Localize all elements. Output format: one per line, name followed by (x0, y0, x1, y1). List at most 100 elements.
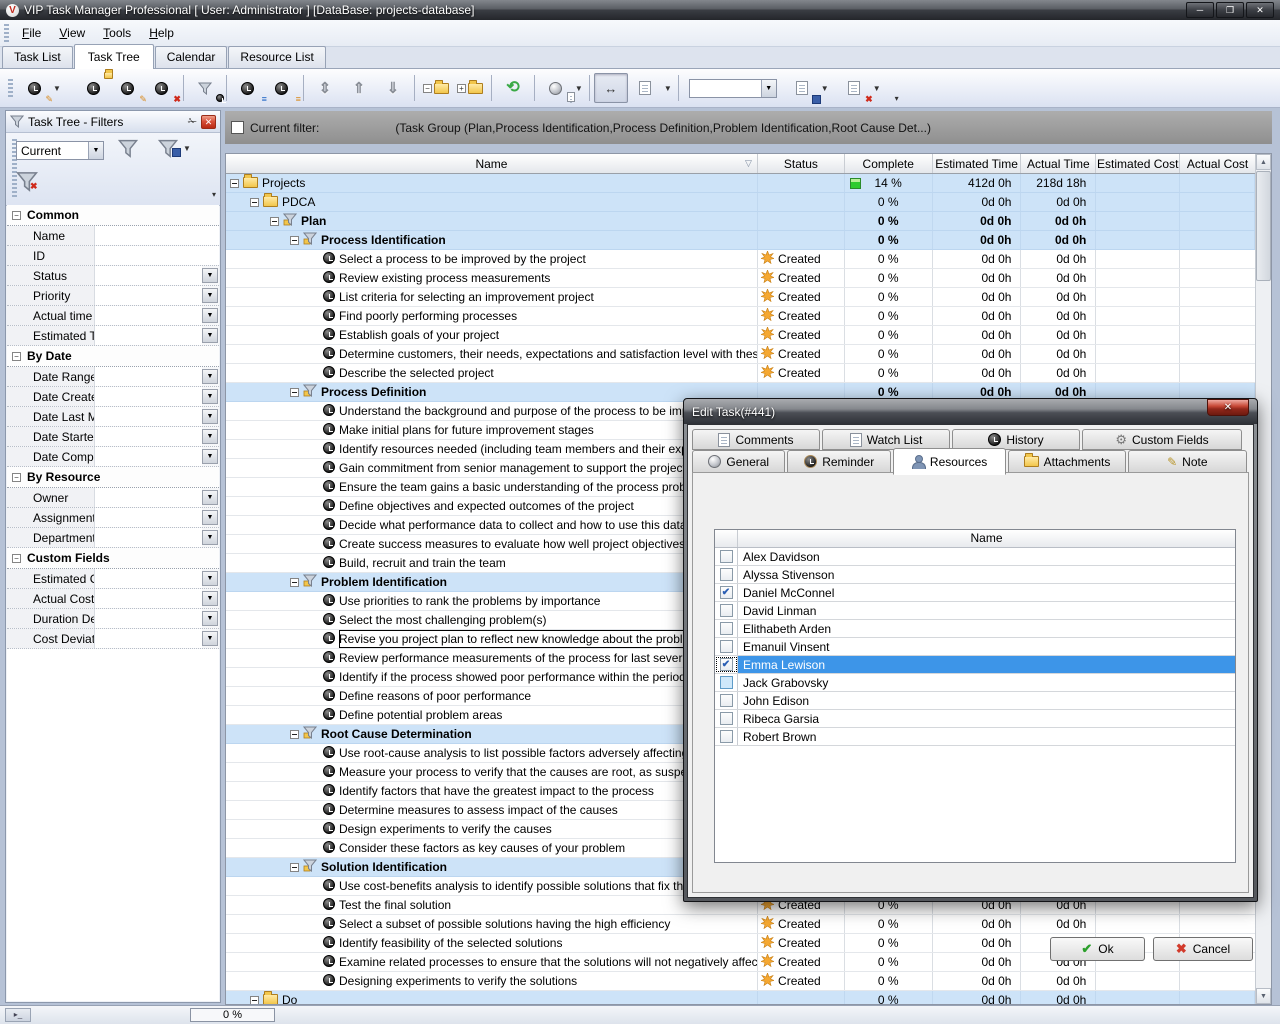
resource-checkbox-cell[interactable] (715, 692, 738, 709)
expand-collapse-box[interactable] (290, 863, 299, 872)
task-notes-button[interactable]: ≡ (231, 73, 265, 103)
expand-all-button[interactable]: + (453, 73, 487, 103)
ok-button[interactable]: ✔ Ok (1050, 937, 1145, 961)
collapse-box-icon[interactable]: − (12, 211, 21, 220)
resource-checkbox[interactable] (720, 640, 733, 653)
resource-checkbox[interactable] (720, 568, 733, 581)
resource-checkbox[interactable] (720, 550, 733, 563)
task-row[interactable]: Determine customers, their needs, expect… (226, 345, 1255, 364)
resource-row-alyssa-stivenson[interactable]: Alyssa Stivenson (715, 566, 1235, 584)
move-up-button[interactable]: ⇑ (342, 73, 376, 103)
filter-field-dropdown[interactable]: ▼ (202, 369, 218, 384)
filter-field-value[interactable] (95, 488, 202, 507)
dialog-tab-custom-fields[interactable]: ⚙Custom Fields (1082, 429, 1242, 450)
expand-collapse-box[interactable] (290, 578, 299, 587)
folder-row[interactable]: Do0 %0d 0h0d 0h (226, 991, 1255, 1004)
resource-row-john-edison[interactable]: John Edison (715, 692, 1235, 710)
layout-select-caret[interactable]: ▼ (761, 80, 776, 97)
apply-filter-button[interactable] (118, 139, 138, 158)
delete-layout-button[interactable]: ✖ (837, 73, 871, 103)
resource-checkbox-cell[interactable] (715, 728, 738, 745)
save-filter-button[interactable]: ▼ (158, 139, 193, 158)
delete-task-button[interactable]: ✖ (145, 73, 179, 103)
filter-field-dropdown[interactable]: ▼ (202, 449, 218, 464)
filter-field-value[interactable] (95, 306, 202, 325)
filter-field-value[interactable] (95, 387, 202, 406)
task-row[interactable]: Select a subset of possible solutions ha… (226, 915, 1255, 934)
task-row[interactable]: Describe the selected projectCreated0 %0… (226, 364, 1255, 383)
filter-field-dropdown[interactable]: ▼ (202, 591, 218, 606)
resource-row-ribeca-garsia[interactable]: Ribeca Garsia (715, 710, 1235, 728)
resource-checkbox[interactable] (720, 622, 733, 635)
tab-resource-list[interactable]: Resource List (228, 46, 325, 68)
resource-checkbox[interactable] (720, 730, 733, 743)
scroll-down-button[interactable]: ▼ (1256, 988, 1271, 1004)
new-task-button[interactable]: ✎ (17, 73, 51, 103)
save-layout-button[interactable] (785, 73, 819, 103)
filter-field-dropdown[interactable]: ▼ (202, 288, 218, 303)
filter-field-value[interactable] (95, 569, 202, 588)
task-row[interactable]: Review existing process measurementsCrea… (226, 269, 1255, 288)
menu-file[interactable]: File (13, 22, 50, 44)
filter-field-value[interactable] (95, 528, 202, 547)
resource-checkbox-cell[interactable]: ✔ (715, 656, 738, 673)
move-down-button[interactable]: ⇓ (376, 73, 410, 103)
filter-preset-select[interactable]: Current ▼ (16, 141, 104, 160)
filter-field-dropdown[interactable]: ▼ (202, 429, 218, 444)
layout-select[interactable]: ▼ (689, 79, 777, 98)
column-header-actual-time[interactable]: Actual Time (1021, 154, 1096, 173)
maximize-button[interactable]: ❐ (1216, 2, 1244, 18)
dialog-tab-note[interactable]: ✎Note (1128, 450, 1247, 473)
filter-field-dropdown[interactable]: ▼ (202, 611, 218, 626)
filter-field-value[interactable] (95, 367, 202, 386)
close-button[interactable]: ✕ (1246, 2, 1274, 18)
resource-checkbox[interactable] (720, 604, 733, 617)
resource-checkbox-cell[interactable] (715, 602, 738, 619)
filter-field-value[interactable] (95, 226, 219, 245)
expand-collapse-button[interactable]: ⇕ (308, 73, 342, 103)
filter-section-common[interactable]: −Common (7, 205, 219, 226)
minimize-button[interactable]: ─ (1186, 2, 1214, 18)
resource-row-jack-grabovsky[interactable]: Jack Grabovsky (715, 674, 1235, 692)
collapse-box-icon[interactable]: − (12, 473, 21, 482)
filter-section-by-resource[interactable]: −By Resource (7, 467, 219, 488)
expand-collapse-box[interactable] (230, 179, 239, 188)
folder-row[interactable]: PDCA0 %0d 0h0d 0h (226, 193, 1255, 212)
filter-field-dropdown[interactable]: ▼ (202, 490, 218, 505)
dialog-tab-comments[interactable]: Comments (692, 429, 820, 450)
resource-checkbox[interactable]: ✔ (720, 658, 733, 671)
scroll-up-button[interactable]: ▲ (1256, 154, 1271, 170)
resource-checkbox-cell[interactable] (715, 674, 738, 691)
filter-field-dropdown[interactable]: ▼ (202, 268, 218, 283)
menu-tools[interactable]: Tools (94, 22, 140, 44)
export-button[interactable] (539, 73, 573, 103)
filter-field-value[interactable] (95, 629, 202, 648)
folder-row[interactable]: Projects14 %412d 0h218d 18h (226, 174, 1255, 193)
task-row[interactable]: Select a process to be improved by the p… (226, 250, 1255, 269)
expand-collapse-box[interactable] (250, 996, 259, 1005)
resource-checkbox[interactable] (720, 676, 733, 689)
column-header-estimated-time[interactable]: Estimated Time (933, 154, 1022, 173)
filter-field-dropdown[interactable]: ▼ (202, 308, 218, 323)
collapse-box-icon[interactable]: − (12, 554, 21, 563)
scrollbar-thumb[interactable] (1256, 171, 1271, 281)
resource-checkbox-cell[interactable] (715, 566, 738, 583)
filter-field-value[interactable] (95, 508, 202, 527)
group-row[interactable]: Plan0 %0d 0h0d 0h (226, 212, 1255, 231)
collapse-box-icon[interactable]: − (12, 352, 21, 361)
toolbar-overflow-caret[interactable]: ▾ (893, 94, 901, 107)
menu-view[interactable]: View (50, 22, 94, 44)
filter-preset-caret[interactable]: ▼ (88, 142, 103, 159)
filter-field-dropdown[interactable]: ▼ (202, 510, 218, 525)
filter-field-value[interactable] (95, 286, 202, 305)
filter-field-dropdown[interactable]: ▼ (202, 530, 218, 545)
dialog-tab-reminder[interactable]: Reminder (787, 450, 890, 473)
filter-field-value[interactable] (95, 589, 202, 608)
name-column-header[interactable]: Name (738, 530, 1235, 547)
tab-calendar[interactable]: Calendar (155, 46, 228, 68)
filter-field-dropdown[interactable]: ▼ (202, 328, 218, 343)
dialog-tab-attachments[interactable]: Attachments (1008, 450, 1125, 473)
group-row[interactable]: Process Identification0 %0d 0h0d 0h (226, 231, 1255, 250)
edit-task-button[interactable]: ✎ (111, 73, 145, 103)
columns-dropdown-caret[interactable]: ▼ (662, 84, 674, 93)
